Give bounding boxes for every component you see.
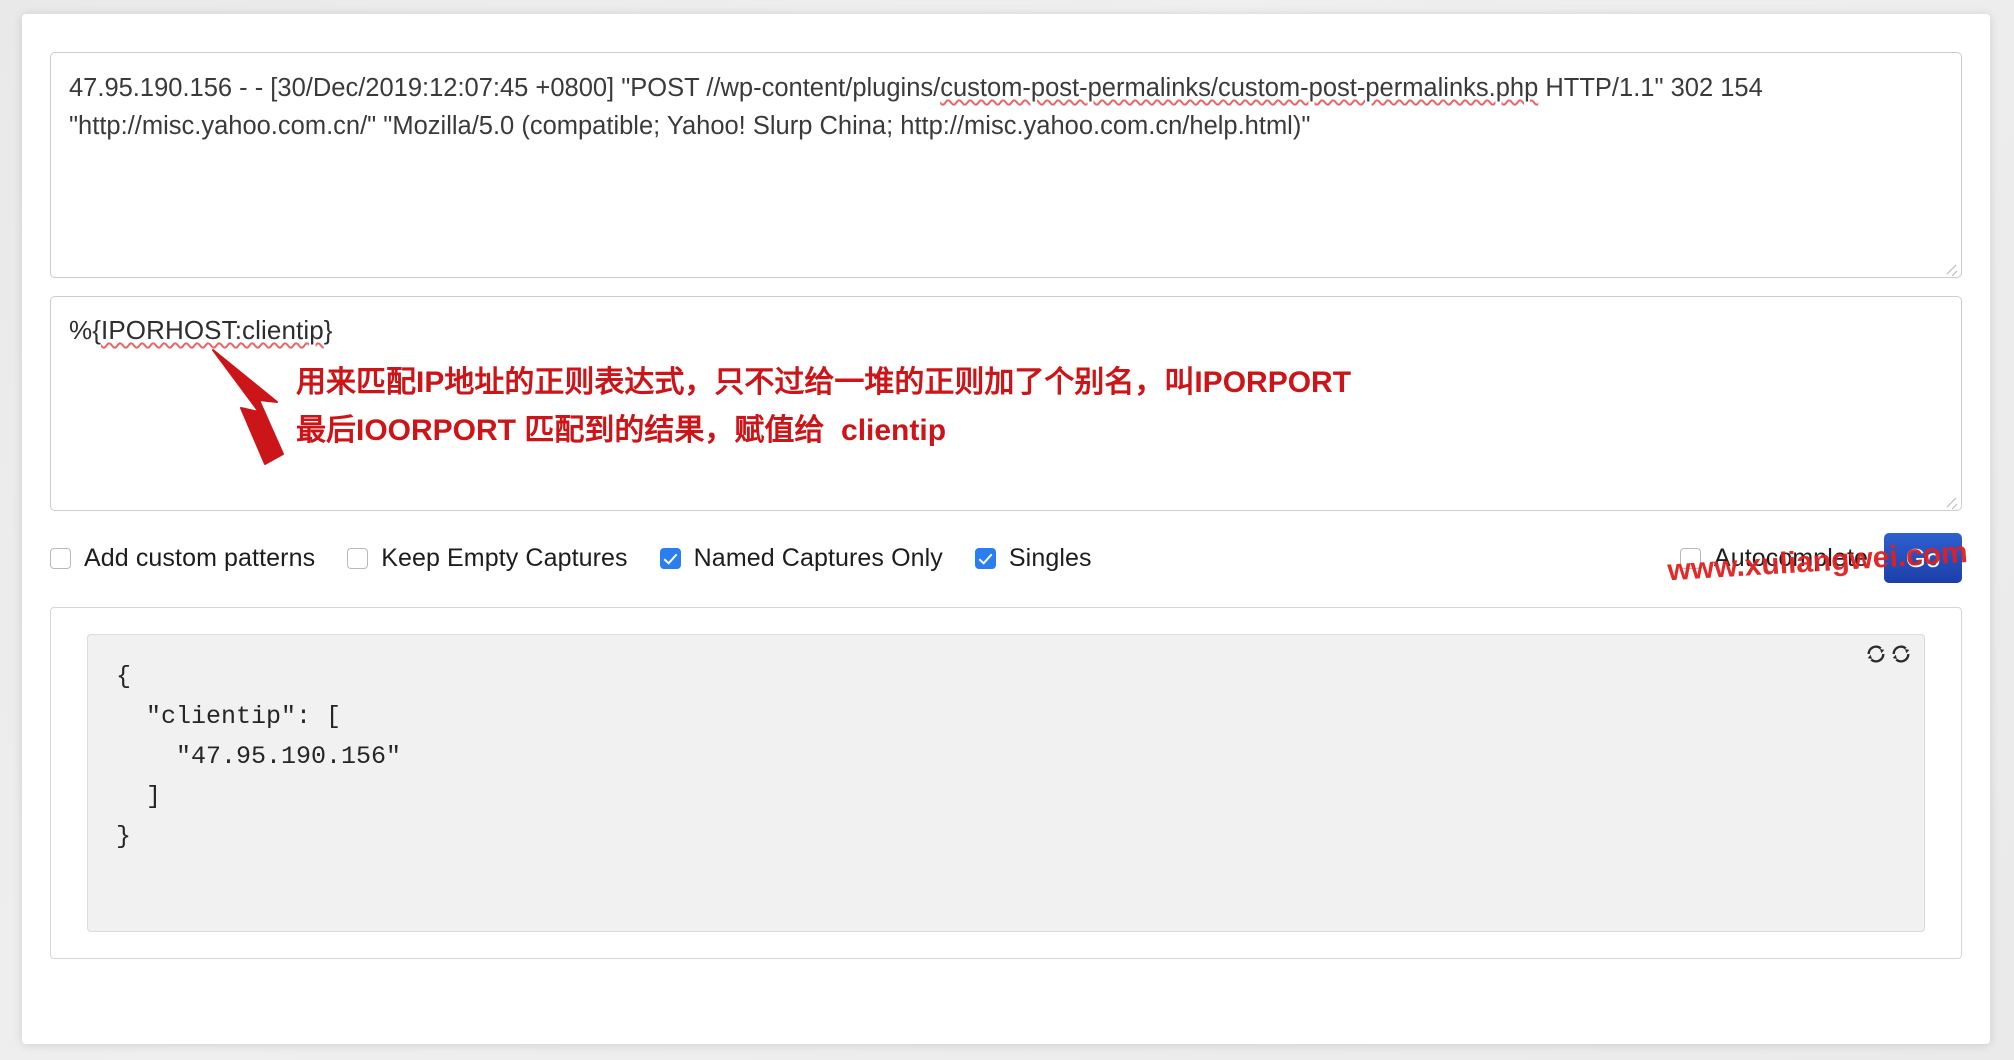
grok-pattern-text: %{IPORHOST:clientip} — [69, 313, 1943, 347]
results-json-output: { "clientip": [ "47.95.190.156" ] } — [116, 662, 402, 851]
option-keep-empty-captures[interactable]: Keep Empty Captures — [347, 543, 628, 573]
log-input-segment-tail: HTTP/1.1" 302 — [1538, 74, 1714, 102]
refresh-icons-group — [1865, 643, 1912, 665]
refresh-cycle-icon[interactable] — [1890, 643, 1912, 665]
annotation-line-1: 用来匹配IP地址的正则表达式，只不过给一堆的正则加了个别名，叫IPORPORT — [296, 366, 1352, 399]
checkbox-keep-empty-captures[interactable] — [347, 547, 369, 569]
option-singles[interactable]: Singles — [974, 543, 1092, 573]
debugger-body: 47.95.190.156 - - [30/Dec/2019:12:07:45 … — [50, 52, 1969, 959]
option-named-captures-only[interactable]: Named Captures Only — [659, 543, 943, 573]
option-label: Singles — [1008, 543, 1092, 572]
results-output-box: { "clientip": [ "47.95.190.156" ] } — [87, 634, 1925, 932]
option-label: Add custom patterns — [84, 543, 316, 572]
log-input-segment-head: 47.95.190.156 - - [30/Dec/2019:12:07:45 … — [69, 74, 941, 102]
pattern-body: IPORHOST:clientip — [101, 315, 324, 345]
option-autocomplete[interactable]: Autocomplete — [1679, 543, 1868, 573]
go-button[interactable]: Go — [1884, 533, 1962, 583]
log-input-text: 47.95.190.156 - - [30/Dec/2019:12:07:45 … — [69, 69, 1943, 145]
results-panel: { "clientip": [ "47.95.190.156" ] } — [50, 607, 1962, 959]
checkbox-singles[interactable] — [974, 547, 996, 569]
textarea-resize-handle[interactable] — [1943, 492, 1958, 507]
pattern-prefix: %{ — [69, 315, 102, 345]
pattern-suffix: } — [323, 315, 333, 345]
options-row: Add custom patterns Keep Empty Captures … — [50, 532, 1969, 587]
actions-cluster: Autocomplete Go www.xuliangwei.com — [1667, 532, 1969, 587]
refresh-cycle-icon[interactable] — [1865, 643, 1887, 665]
option-add-custom-patterns[interactable]: Add custom patterns — [50, 544, 315, 573]
grok-pattern-textarea[interactable]: %{IPORHOST:clientip} 用来匹配IP地址的正则表达式，只不过给… — [50, 296, 1962, 511]
annotation-text: 用来匹配IP地址的正则表达式，只不过给一堆的正则加了个别名，叫IPORPORT 最… — [296, 359, 1351, 455]
option-label: Named Captures Only — [693, 543, 943, 572]
option-label: Keep Empty Captures — [381, 543, 628, 572]
log-input-textarea[interactable]: 47.95.190.156 - - [30/Dec/2019:12:07:45 … — [50, 52, 1962, 278]
checkbox-add-custom-patterns[interactable] — [50, 547, 71, 569]
log-input-segment-misspelled: custom-post-permalinks/custom-post-perma… — [940, 74, 1539, 102]
option-label: Autocomplete — [1713, 543, 1868, 572]
annotation-line-2: 最后IOORPORT 匹配到的结果，赋值给 clientip — [296, 414, 947, 447]
red-arrow-up-left-icon — [212, 349, 284, 465]
checkbox-autocomplete[interactable] — [1679, 547, 1701, 569]
grok-debugger-card: 47.95.190.156 - - [30/Dec/2019:12:07:45 … — [22, 14, 1990, 1044]
checkbox-named-captures-only[interactable] — [659, 547, 681, 569]
textarea-resize-handle[interactable] — [1943, 259, 1958, 274]
